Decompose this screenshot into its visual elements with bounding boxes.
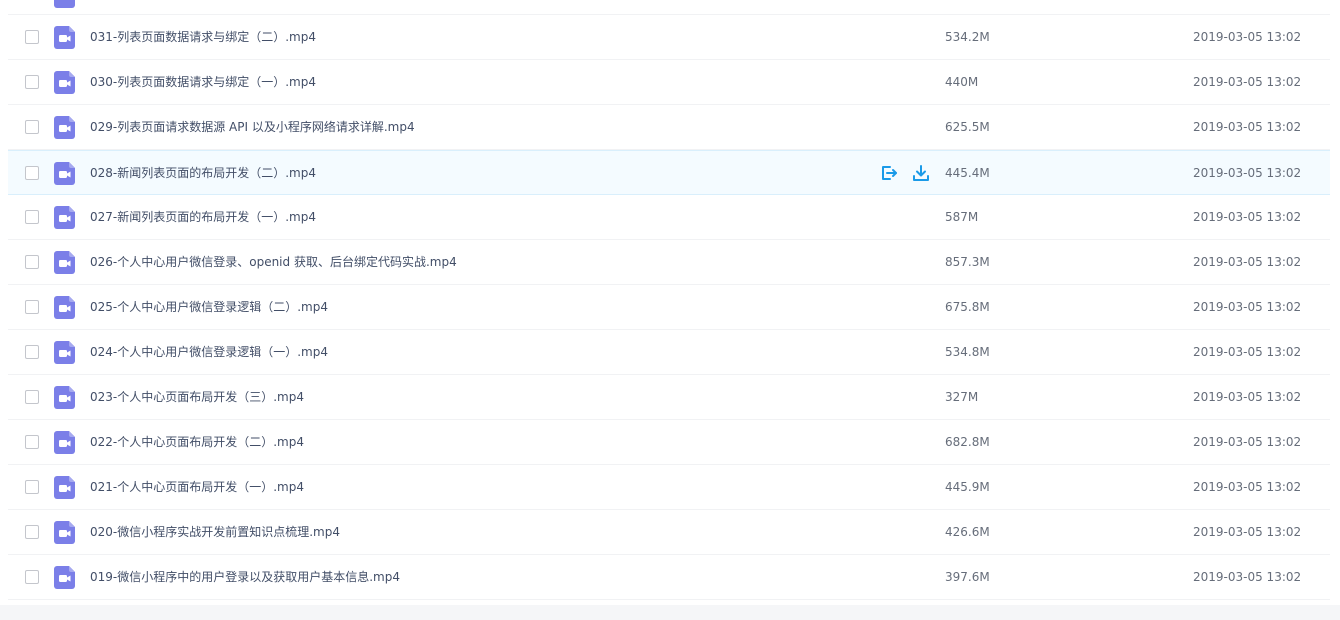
file-date: 2019-03-05 13:02 — [1193, 210, 1302, 224]
row-checkbox[interactable] — [25, 210, 39, 224]
file-row[interactable]: 027-新闻列表页面的布局开发（一）.mp4 587M 2019-03-05 1… — [8, 195, 1340, 240]
row-checkbox[interactable] — [25, 480, 39, 494]
file-size: 682.8M — [945, 435, 990, 449]
file-date: 2019-03-05 13:02 — [1193, 75, 1302, 89]
file-date: 2019-03-05 13:02 — [1193, 30, 1302, 44]
video-file-icon — [54, 0, 75, 8]
row-checkbox[interactable] — [25, 300, 39, 314]
file-size: 587M — [945, 210, 979, 224]
video-file-icon — [54, 26, 75, 49]
file-name[interactable]: 024-个人中心用户微信登录逻辑（一）.mp4 — [90, 330, 328, 374]
file-size: 675.8M — [945, 300, 990, 314]
file-row[interactable]: 030-列表页面数据请求与绑定（一）.mp4 440M 2019-03-05 1… — [8, 60, 1340, 105]
file-date: 2019-03-05 13:02 — [1193, 525, 1302, 539]
file-row[interactable]: 019-微信小程序中的用户登录以及获取用户基本信息.mp4 397.6M 201… — [8, 555, 1340, 600]
file-name[interactable]: 025-个人中心用户微信登录逻辑（二）.mp4 — [90, 285, 328, 329]
file-size: 397.6M — [945, 570, 990, 584]
file-row[interactable]: 031-列表页面数据请求与绑定（二）.mp4 534.2M 2019-03-05… — [8, 15, 1340, 60]
file-date: 2019-03-05 13:02 — [1193, 120, 1302, 134]
scrollbar[interactable] — [1330, 0, 1340, 605]
video-file-icon — [54, 386, 75, 409]
file-row[interactable]: 028-新闻列表页面的布局开发（二）.mp4 445.4M 2019-03-05… — [8, 150, 1340, 195]
video-file-icon — [54, 521, 75, 544]
row-checkbox[interactable] — [25, 75, 39, 89]
file-name[interactable]: 019-微信小程序中的用户登录以及获取用户基本信息.mp4 — [90, 555, 400, 599]
row-checkbox[interactable] — [25, 570, 39, 584]
file-row[interactable]: 020-微信小程序实战开发前置知识点梳理.mp4 426.6M 2019-03-… — [8, 510, 1340, 555]
file-name[interactable]: 023-个人中心页面布局开发（三）.mp4 — [90, 375, 304, 419]
video-file-icon — [54, 476, 75, 499]
file-name[interactable]: 030-列表页面数据请求与绑定（一）.mp4 — [90, 60, 316, 104]
file-date: 2019-03-05 13:02 — [1193, 435, 1302, 449]
file-name[interactable]: 028-新闻列表页面的布局开发（二）.mp4 — [90, 151, 316, 195]
file-size: 625.5M — [945, 120, 990, 134]
file-size: 534.2M — [945, 30, 990, 44]
file-size: 445.4M — [945, 166, 990, 180]
file-name[interactable]: 021-个人中心页面布局开发（一）.mp4 — [90, 465, 304, 509]
video-file-icon — [54, 341, 75, 364]
file-date: 2019-03-05 13:02 — [1193, 390, 1302, 404]
video-file-icon — [54, 296, 75, 319]
list-footer — [0, 605, 1340, 620]
row-checkbox[interactable] — [25, 255, 39, 269]
video-file-icon — [54, 431, 75, 454]
row-checkbox[interactable] — [25, 30, 39, 44]
row-checkbox[interactable] — [25, 435, 39, 449]
video-file-icon — [54, 566, 75, 589]
row-checkbox[interactable] — [25, 390, 39, 404]
video-file-icon — [54, 251, 75, 274]
file-size: 440M — [945, 75, 979, 89]
file-date: 2019-03-05 13:02 — [1193, 255, 1302, 269]
file-row[interactable]: 029-列表页面请求数据源 API 以及小程序网络请求详解.mp4 625.5M… — [8, 105, 1340, 150]
file-date: 2019-03-05 13:02 — [1193, 345, 1302, 359]
file-row-partial[interactable] — [8, 0, 1340, 15]
video-file-icon — [54, 116, 75, 139]
video-file-icon — [54, 162, 75, 185]
file-size: 445.9M — [945, 480, 990, 494]
file-name[interactable]: 022-个人中心页面布局开发（二）.mp4 — [90, 420, 304, 464]
row-checkbox[interactable] — [25, 345, 39, 359]
file-row[interactable]: 025-个人中心用户微信登录逻辑（二）.mp4 675.8M 2019-03-0… — [8, 285, 1340, 330]
file-size: 426.6M — [945, 525, 990, 539]
file-name[interactable]: 029-列表页面请求数据源 API 以及小程序网络请求详解.mp4 — [90, 105, 415, 149]
file-name[interactable]: 026-个人中心用户微信登录、openid 获取、后台绑定代码实战.mp4 — [90, 240, 457, 284]
file-row[interactable]: 026-个人中心用户微信登录、openid 获取、后台绑定代码实战.mp4 85… — [8, 240, 1340, 285]
video-file-icon — [54, 71, 75, 94]
file-size: 534.8M — [945, 345, 990, 359]
row-checkbox[interactable] — [25, 120, 39, 134]
row-checkbox[interactable] — [25, 525, 39, 539]
file-row[interactable]: 024-个人中心用户微信登录逻辑（一）.mp4 534.8M 2019-03-0… — [8, 330, 1340, 375]
video-file-icon — [54, 206, 75, 229]
file-row[interactable]: 022-个人中心页面布局开发（二）.mp4 682.8M 2019-03-05 … — [8, 420, 1340, 465]
row-checkbox[interactable] — [25, 166, 39, 180]
file-name[interactable]: 031-列表页面数据请求与绑定（二）.mp4 — [90, 15, 316, 59]
file-row[interactable]: 021-个人中心页面布局开发（一）.mp4 445.9M 2019-03-05 … — [8, 465, 1340, 510]
file-size: 327M — [945, 390, 979, 404]
file-size: 857.3M — [945, 255, 990, 269]
file-date: 2019-03-05 13:02 — [1193, 570, 1302, 584]
file-name[interactable]: 020-微信小程序实战开发前置知识点梳理.mp4 — [90, 510, 340, 554]
share-icon[interactable] — [880, 164, 898, 182]
file-row[interactable]: 023-个人中心页面布局开发（三）.mp4 327M 2019-03-05 13… — [8, 375, 1340, 420]
file-date: 2019-03-05 13:02 — [1193, 166, 1302, 180]
download-icon[interactable] — [912, 164, 930, 182]
file-date: 2019-03-05 13:02 — [1193, 300, 1302, 314]
file-name[interactable]: 027-新闻列表页面的布局开发（一）.mp4 — [90, 195, 316, 239]
file-date: 2019-03-05 13:02 — [1193, 480, 1302, 494]
